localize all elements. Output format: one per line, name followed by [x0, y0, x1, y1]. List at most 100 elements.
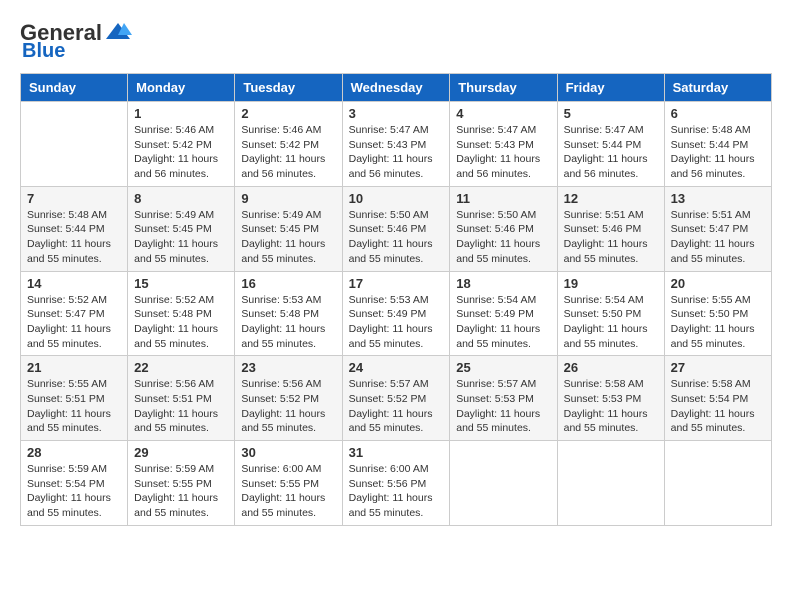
calendar-cell: 25 Sunrise: 5:57 AMSunset: 5:53 PMDayligh…	[450, 356, 557, 441]
page-header: General Blue	[20, 20, 772, 63]
calendar-cell	[21, 102, 128, 187]
day-number: 13	[671, 191, 765, 206]
calendar-cell: 6Sunrise: 5:48 AMSunset: 5:44 PMDaylight…	[664, 102, 771, 187]
calendar-cell: 10 Sunrise: 5:50 AMSunset: 5:46 PMDayligh…	[342, 186, 450, 271]
day-info: Sunrise: 5:47 AMSunset: 5:43 PMDaylight:…	[349, 123, 444, 182]
calendar-cell: 14 Sunrise: 5:52 AMSunset: 5:47 PMDayligh…	[21, 271, 128, 356]
day-info: Sunrise: 5:58 AMSunset: 5:53 PMDaylight:…	[564, 377, 658, 436]
col-sunday: Sunday	[21, 74, 128, 102]
calendar-header-row: Sunday Monday Tuesday Wednesday Thursday…	[21, 74, 772, 102]
calendar-cell: 31 Sunrise: 6:00 AMSunset: 5:56 PMDayligh…	[342, 441, 450, 526]
day-info: Sunrise: 5:54 AMSunset: 5:50 PMDaylight:…	[564, 293, 658, 352]
day-number: 9	[241, 191, 335, 206]
day-info: Sunrise: 5:57 AMSunset: 5:52 PMDaylight:…	[349, 377, 444, 436]
calendar-cell: 12Sunrise: 5:51 AMSunset: 5:46 PMDayligh…	[557, 186, 664, 271]
day-number: 10	[349, 191, 444, 206]
calendar-cell: 30 Sunrise: 6:00 AMSunset: 5:55 PMDayligh…	[235, 441, 342, 526]
calendar-cell: 27 Sunrise: 5:58 AMSunset: 5:54 PMDayligh…	[664, 356, 771, 441]
calendar-cell: 15 Sunrise: 5:52 AMSunset: 5:48 PMDayligh…	[128, 271, 235, 356]
day-number: 30	[241, 445, 335, 460]
day-info: Sunrise: 5:51 AMSunset: 5:47 PMDaylight:…	[671, 208, 765, 267]
col-monday: Monday	[128, 74, 235, 102]
day-number: 6	[671, 106, 765, 121]
day-number: 4	[456, 106, 550, 121]
calendar-week-4: 21 Sunrise: 5:55 AMSunset: 5:51 PMDayligh…	[21, 356, 772, 441]
calendar-cell: 7 Sunrise: 5:48 AMSunset: 5:44 PMDaylight…	[21, 186, 128, 271]
calendar-cell: 17 Sunrise: 5:53 AMSunset: 5:49 PMDayligh…	[342, 271, 450, 356]
logo-blue-text: Blue	[22, 40, 65, 63]
day-number: 27	[671, 360, 765, 375]
calendar-cell: 13 Sunrise: 5:51 AMSunset: 5:47 PMDayligh…	[664, 186, 771, 271]
calendar-body: 1Sunrise: 5:46 AMSunset: 5:42 PMDaylight…	[21, 102, 772, 526]
day-info: Sunrise: 6:00 AMSunset: 5:56 PMDaylight:…	[349, 462, 444, 521]
day-number: 28	[27, 445, 121, 460]
calendar-week-2: 7 Sunrise: 5:48 AMSunset: 5:44 PMDaylight…	[21, 186, 772, 271]
day-number: 25	[456, 360, 550, 375]
day-number: 3	[349, 106, 444, 121]
day-number: 7	[27, 191, 121, 206]
day-info: Sunrise: 5:53 AMSunset: 5:48 PMDaylight:…	[241, 293, 335, 352]
col-thursday: Thursday	[450, 74, 557, 102]
calendar-cell: 1Sunrise: 5:46 AMSunset: 5:42 PMDaylight…	[128, 102, 235, 187]
day-info: Sunrise: 5:59 AMSunset: 5:54 PMDaylight:…	[27, 462, 121, 521]
day-info: Sunrise: 5:52 AMSunset: 5:47 PMDaylight:…	[27, 293, 121, 352]
calendar-cell: 26Sunrise: 5:58 AMSunset: 5:53 PMDayligh…	[557, 356, 664, 441]
calendar-cell: 16 Sunrise: 5:53 AMSunset: 5:48 PMDayligh…	[235, 271, 342, 356]
day-info: Sunrise: 5:47 AMSunset: 5:43 PMDaylight:…	[456, 123, 550, 182]
calendar-cell: 3 Sunrise: 5:47 AMSunset: 5:43 PMDaylight…	[342, 102, 450, 187]
day-info: Sunrise: 5:50 AMSunset: 5:46 PMDaylight:…	[456, 208, 550, 267]
day-info: Sunrise: 5:49 AMSunset: 5:45 PMDaylight:…	[134, 208, 228, 267]
day-number: 18	[456, 276, 550, 291]
calendar-cell: 19 Sunrise: 5:54 AMSunset: 5:50 PMDayligh…	[557, 271, 664, 356]
calendar-cell: 21 Sunrise: 5:55 AMSunset: 5:51 PMDayligh…	[21, 356, 128, 441]
calendar-cell: 18 Sunrise: 5:54 AMSunset: 5:49 PMDayligh…	[450, 271, 557, 356]
calendar-week-3: 14 Sunrise: 5:52 AMSunset: 5:47 PMDayligh…	[21, 271, 772, 356]
day-info: Sunrise: 5:48 AMSunset: 5:44 PMDaylight:…	[27, 208, 121, 267]
day-number: 31	[349, 445, 444, 460]
day-info: Sunrise: 5:54 AMSunset: 5:49 PMDaylight:…	[456, 293, 550, 352]
day-info: Sunrise: 5:58 AMSunset: 5:54 PMDaylight:…	[671, 377, 765, 436]
calendar-cell: 8 Sunrise: 5:49 AMSunset: 5:45 PMDaylight…	[128, 186, 235, 271]
day-info: Sunrise: 5:55 AMSunset: 5:51 PMDaylight:…	[27, 377, 121, 436]
day-number: 14	[27, 276, 121, 291]
day-info: Sunrise: 5:53 AMSunset: 5:49 PMDaylight:…	[349, 293, 444, 352]
day-number: 5	[564, 106, 658, 121]
col-tuesday: Tuesday	[235, 74, 342, 102]
calendar-cell: 29Sunrise: 5:59 AMSunset: 5:55 PMDayligh…	[128, 441, 235, 526]
day-number: 11	[456, 191, 550, 206]
calendar-cell: 28 Sunrise: 5:59 AMSunset: 5:54 PMDayligh…	[21, 441, 128, 526]
day-info: Sunrise: 5:56 AMSunset: 5:52 PMDaylight:…	[241, 377, 335, 436]
day-number: 16	[241, 276, 335, 291]
day-info: Sunrise: 5:50 AMSunset: 5:46 PMDaylight:…	[349, 208, 444, 267]
day-number: 12	[564, 191, 658, 206]
calendar-table: Sunday Monday Tuesday Wednesday Thursday…	[20, 73, 772, 526]
day-info: Sunrise: 6:00 AMSunset: 5:55 PMDaylight:…	[241, 462, 335, 521]
calendar-cell: 4 Sunrise: 5:47 AMSunset: 5:43 PMDaylight…	[450, 102, 557, 187]
logo: General Blue	[20, 20, 132, 63]
calendar-cell: 2 Sunrise: 5:46 AMSunset: 5:42 PMDaylight…	[235, 102, 342, 187]
calendar-cell: 11 Sunrise: 5:50 AMSunset: 5:46 PMDayligh…	[450, 186, 557, 271]
day-info: Sunrise: 5:47 AMSunset: 5:44 PMDaylight:…	[564, 123, 658, 182]
day-info: Sunrise: 5:46 AMSunset: 5:42 PMDaylight:…	[241, 123, 335, 182]
calendar-cell: 5 Sunrise: 5:47 AMSunset: 5:44 PMDaylight…	[557, 102, 664, 187]
day-number: 19	[564, 276, 658, 291]
calendar-cell: 23Sunrise: 5:56 AMSunset: 5:52 PMDayligh…	[235, 356, 342, 441]
day-info: Sunrise: 5:59 AMSunset: 5:55 PMDaylight:…	[134, 462, 228, 521]
day-number: 8	[134, 191, 228, 206]
day-number: 20	[671, 276, 765, 291]
day-number: 21	[27, 360, 121, 375]
day-number: 24	[349, 360, 444, 375]
col-wednesday: Wednesday	[342, 74, 450, 102]
day-number: 17	[349, 276, 444, 291]
calendar-cell: 20 Sunrise: 5:55 AMSunset: 5:50 PMDayligh…	[664, 271, 771, 356]
day-number: 15	[134, 276, 228, 291]
calendar-cell: 24 Sunrise: 5:57 AMSunset: 5:52 PMDayligh…	[342, 356, 450, 441]
calendar-cell	[664, 441, 771, 526]
calendar-cell: 22Sunrise: 5:56 AMSunset: 5:51 PMDayligh…	[128, 356, 235, 441]
day-info: Sunrise: 5:55 AMSunset: 5:50 PMDaylight:…	[671, 293, 765, 352]
logo-icon	[104, 21, 132, 43]
calendar-cell	[450, 441, 557, 526]
day-info: Sunrise: 5:52 AMSunset: 5:48 PMDaylight:…	[134, 293, 228, 352]
day-info: Sunrise: 5:57 AMSunset: 5:53 PMDaylight:…	[456, 377, 550, 436]
day-number: 2	[241, 106, 335, 121]
